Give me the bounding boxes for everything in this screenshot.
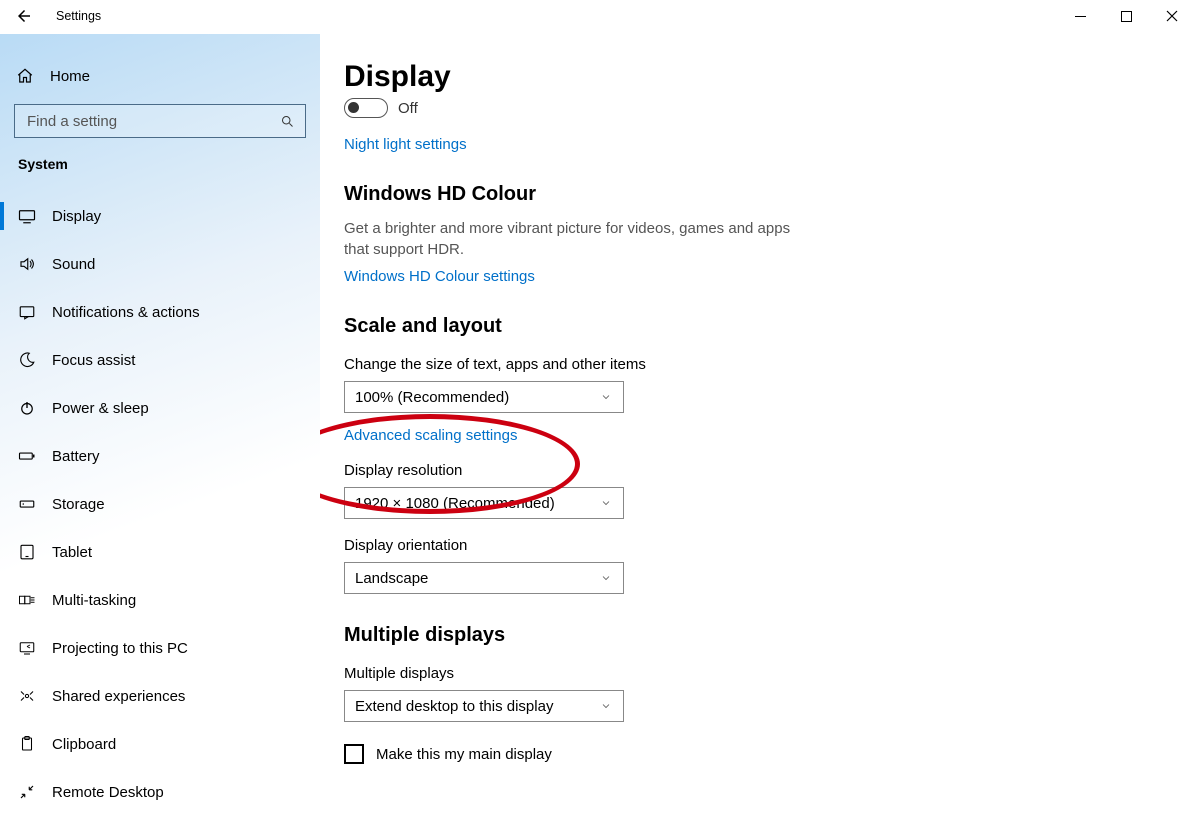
text-size-select[interactable]: 100% (Recommended) bbox=[344, 381, 624, 413]
window-title: Settings bbox=[56, 9, 101, 23]
sidebar-item-sound[interactable]: Sound bbox=[0, 240, 320, 288]
main-display-checkbox[interactable] bbox=[344, 744, 364, 764]
night-light-toggle[interactable] bbox=[344, 98, 388, 118]
sidebar-item-label: Display bbox=[52, 208, 101, 225]
sidebar-group-system: System bbox=[0, 138, 320, 182]
sidebar-item-label: Clipboard bbox=[52, 736, 116, 753]
close-button[interactable] bbox=[1149, 0, 1195, 32]
notifications-icon bbox=[18, 303, 36, 321]
sidebar-item-label: Remote Desktop bbox=[52, 784, 164, 801]
sidebar-item-label: Tablet bbox=[52, 544, 92, 561]
sidebar-item-label: Sound bbox=[52, 256, 95, 273]
multiple-displays-value: Extend desktop to this display bbox=[355, 698, 553, 715]
sidebar-item-power-sleep[interactable]: Power & sleep bbox=[0, 384, 320, 432]
text-size-value: 100% (Recommended) bbox=[355, 389, 509, 406]
sidebar-item-storage[interactable]: Storage bbox=[0, 480, 320, 528]
tablet-icon bbox=[18, 543, 36, 561]
multiple-displays-select[interactable]: Extend desktop to this display bbox=[344, 690, 624, 722]
sidebar-item-label: Multi-tasking bbox=[52, 592, 136, 609]
sidebar-item-display[interactable]: Display bbox=[0, 192, 320, 240]
chevron-down-icon bbox=[599, 390, 613, 404]
display-icon bbox=[18, 207, 36, 225]
shared-experiences-icon bbox=[18, 687, 36, 705]
sidebar-item-multitasking[interactable]: Multi-tasking bbox=[0, 576, 320, 624]
storage-icon bbox=[18, 495, 36, 513]
chevron-down-icon bbox=[599, 571, 613, 585]
maximize-icon bbox=[1121, 11, 1132, 22]
close-icon bbox=[1166, 10, 1178, 22]
settings-window: Settings Home bbox=[0, 0, 1195, 820]
sidebar-item-tablet[interactable]: Tablet bbox=[0, 528, 320, 576]
sidebar-item-remote-desktop[interactable]: Remote Desktop bbox=[0, 768, 320, 816]
sidebar-item-label: Focus assist bbox=[52, 352, 135, 369]
text-size-label: Change the size of text, apps and other … bbox=[344, 356, 1171, 373]
back-button[interactable] bbox=[14, 6, 34, 26]
sidebar-item-clipboard[interactable]: Clipboard bbox=[0, 720, 320, 768]
clipboard-icon bbox=[18, 735, 36, 753]
battery-icon bbox=[18, 447, 36, 465]
sidebar-item-label: Battery bbox=[52, 448, 100, 465]
sidebar-item-projecting[interactable]: Projecting to this PC bbox=[0, 624, 320, 672]
search-box[interactable] bbox=[14, 104, 306, 138]
sidebar-item-label: Notifications & actions bbox=[52, 304, 200, 321]
main-display-checkbox-row: Make this my main display bbox=[344, 744, 1171, 764]
advanced-scaling-settings-link[interactable]: Advanced scaling settings bbox=[344, 427, 517, 444]
sidebar-item-label: Power & sleep bbox=[52, 400, 149, 417]
resolution-select[interactable]: 1920 × 1080 (Recommended) bbox=[344, 487, 624, 519]
sidebar-item-label: Storage bbox=[52, 496, 105, 513]
sidebar-item-shared-experiences[interactable]: Shared experiences bbox=[0, 672, 320, 720]
main-content: Display Off Night light settings Windows… bbox=[320, 34, 1195, 820]
sidebar-item-label: Projecting to this PC bbox=[52, 640, 188, 657]
sidebar-item-notifications[interactable]: Notifications & actions bbox=[0, 288, 320, 336]
main-display-checkbox-label: Make this my main display bbox=[376, 746, 552, 763]
search-input[interactable] bbox=[25, 112, 280, 131]
sidebar-item-focus-assist[interactable]: Focus assist bbox=[0, 336, 320, 384]
night-light-toggle-state: Off bbox=[398, 100, 418, 117]
minimize-button[interactable] bbox=[1057, 0, 1103, 32]
chevron-down-icon bbox=[599, 496, 613, 510]
focus-assist-icon bbox=[18, 351, 36, 369]
search-icon bbox=[280, 113, 295, 129]
remote-desktop-icon bbox=[18, 783, 36, 801]
multitasking-icon bbox=[18, 591, 36, 609]
sidebar-nav: Display Sound Notifications & actions Fo… bbox=[0, 192, 320, 816]
sidebar: Home System Display Sound bbox=[0, 34, 320, 820]
projecting-icon bbox=[18, 639, 36, 657]
resolution-label: Display resolution bbox=[344, 462, 1171, 479]
home-label: Home bbox=[50, 68, 90, 85]
arrow-left-icon bbox=[15, 7, 33, 25]
home-link[interactable]: Home bbox=[0, 56, 320, 96]
maximize-button[interactable] bbox=[1103, 0, 1149, 32]
hdr-settings-link[interactable]: Windows HD Colour settings bbox=[344, 268, 535, 285]
power-icon bbox=[18, 399, 36, 417]
home-icon bbox=[16, 67, 34, 85]
hdr-description: Get a brighter and more vibrant picture … bbox=[344, 218, 804, 260]
titlebar: Settings bbox=[0, 0, 1195, 34]
page-title: Display bbox=[344, 60, 1171, 94]
minimize-icon bbox=[1075, 11, 1086, 22]
multiple-displays-heading: Multiple displays bbox=[344, 624, 1171, 647]
multiple-displays-label: Multiple displays bbox=[344, 665, 1171, 682]
chevron-down-icon bbox=[599, 699, 613, 713]
resolution-value: 1920 × 1080 (Recommended) bbox=[355, 495, 555, 512]
hdr-heading: Windows HD Colour bbox=[344, 183, 1171, 206]
sidebar-item-label: Shared experiences bbox=[52, 688, 185, 705]
scale-heading: Scale and layout bbox=[344, 315, 1171, 338]
orientation-label: Display orientation bbox=[344, 537, 1171, 554]
orientation-value: Landscape bbox=[355, 570, 428, 587]
sidebar-item-battery[interactable]: Battery bbox=[0, 432, 320, 480]
night-light-settings-link[interactable]: Night light settings bbox=[344, 136, 467, 153]
orientation-select[interactable]: Landscape bbox=[344, 562, 624, 594]
sound-icon bbox=[18, 255, 36, 273]
cropped-night-light-toggle: Off bbox=[344, 98, 1171, 118]
